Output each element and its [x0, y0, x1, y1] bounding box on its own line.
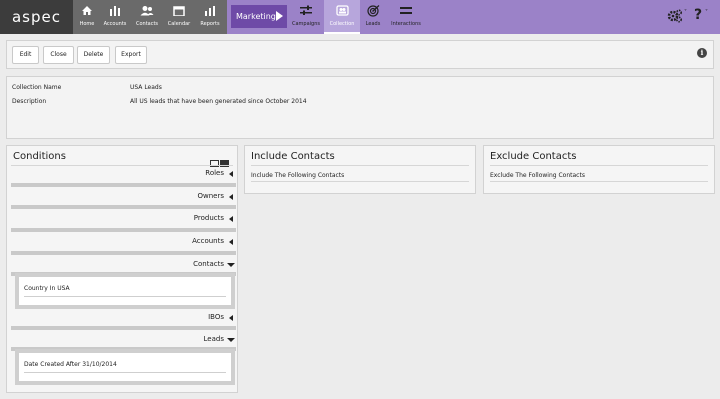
contacts-rule-text: Country In USA	[24, 285, 70, 292]
nav-accounts[interactable]: Accounts	[100, 0, 130, 34]
condition-ibos-bar-top	[11, 326, 236, 330]
conditions-divider	[11, 165, 233, 166]
condition-roles-label: Roles	[205, 169, 224, 177]
contacts-icon	[133, 0, 161, 20]
chevron-down-icon: ˅	[684, 9, 687, 16]
exclude-divider-2	[490, 181, 708, 182]
interactions-icon	[388, 0, 424, 20]
exclude-contacts-subtitle: Exclude The Following Contacts	[490, 172, 585, 179]
marketing-module-button[interactable]: Marketing	[231, 5, 287, 28]
nav-accounts-label: Accounts	[103, 21, 127, 27]
settings-button[interactable]	[667, 9, 683, 27]
nav-leads-label: Leads	[365, 21, 381, 27]
nav-interactions[interactable]: Interactions	[388, 0, 424, 34]
contacts-rule[interactable]: Country In USA	[19, 277, 231, 305]
include-divider	[251, 165, 469, 166]
target-icon	[362, 0, 384, 20]
collection-name-label: Collection Name	[12, 84, 62, 91]
export-button[interactable]: Export	[115, 46, 147, 64]
condition-ibos[interactable]: IBOs	[11, 313, 236, 325]
nav-calendar[interactable]: Calendar	[165, 0, 193, 34]
condition-contacts-label: Contacts	[193, 260, 224, 268]
condition-products-label: Products	[193, 214, 224, 222]
chevron-right-icon	[276, 11, 283, 21]
panel-view-toggle[interactable]	[209, 152, 231, 167]
conditions-panel: Conditions Roles Owners Products Account…	[6, 145, 238, 393]
app-logo[interactable]: aspec	[0, 0, 73, 34]
condition-owners-bar	[11, 205, 236, 209]
include-divider-2	[251, 181, 469, 182]
help-chevron-down-icon: ˅	[705, 9, 708, 16]
condition-accounts-bar	[11, 251, 236, 255]
caret-left-icon	[229, 171, 233, 177]
leads-rule-text: Date Created After 31/10/2014	[24, 361, 117, 368]
include-contacts-subtitle: Include The Following Contacts	[251, 172, 345, 179]
condition-accounts-label: Accounts	[192, 237, 224, 245]
caret-down-icon	[227, 338, 235, 342]
help-button[interactable]: ?	[694, 7, 702, 23]
campaigns-icon	[290, 0, 322, 20]
nav-contacts-label: Contacts	[135, 21, 159, 27]
condition-leads[interactable]: Leads	[11, 335, 236, 347]
contacts-rule-box: Country In USA	[15, 273, 235, 309]
collection-details: Collection Name USA Leads Description Al…	[6, 76, 714, 139]
edit-button[interactable]: Edit	[12, 46, 39, 64]
description-label: Description	[12, 98, 47, 105]
nav-home-label: Home	[79, 21, 95, 27]
contacts-rule-underline	[24, 296, 226, 297]
nav-home[interactable]: Home	[77, 0, 97, 34]
nav-collection-label: Collection	[329, 21, 355, 27]
close-button[interactable]: Close	[43, 46, 74, 64]
nav-collection[interactable]: Collection	[324, 0, 360, 34]
nav-campaigns-label: Campaigns	[291, 21, 320, 27]
condition-roles[interactable]: Roles	[11, 169, 236, 181]
nav-reports-label: Reports	[200, 21, 220, 27]
nav-leads[interactable]: Leads	[362, 0, 384, 34]
exclude-divider	[490, 165, 708, 166]
caret-left-icon	[229, 194, 233, 200]
include-contacts-panel: Include Contacts Include The Following C…	[244, 145, 476, 194]
caret-left-icon	[229, 315, 233, 321]
action-toolbar: Edit Close Delete Export i	[6, 40, 714, 69]
condition-accounts[interactable]: Accounts	[11, 237, 236, 249]
marketing-module-label: Marketing	[236, 12, 276, 21]
leads-rule[interactable]: Date Created After 31/10/2014	[19, 353, 231, 381]
condition-owners-label: Owners	[197, 192, 224, 200]
condition-owners[interactable]: Owners	[11, 192, 236, 204]
delete-button[interactable]: Delete	[77, 46, 110, 64]
leads-rule-box: Date Created After 31/10/2014	[15, 349, 235, 385]
nav-interactions-label: Interactions	[391, 21, 421, 27]
gear-icon	[667, 9, 683, 27]
exclude-contacts-panel: Exclude Contacts Exclude The Following C…	[483, 145, 715, 194]
condition-ibos-label: IBOs	[208, 313, 224, 321]
calendar-icon	[165, 0, 193, 20]
include-contacts-title: Include Contacts	[251, 151, 335, 162]
condition-contacts[interactable]: Contacts	[11, 260, 236, 272]
description-value: All US leads that have been generated si…	[130, 98, 307, 105]
reports-icon	[197, 0, 223, 20]
nav-reports[interactable]: Reports	[197, 0, 223, 34]
info-icon[interactable]: i	[697, 48, 707, 58]
condition-leads-label: Leads	[203, 335, 224, 343]
top-nav-bar: aspec Home Accounts Contacts Calendar Re…	[0, 0, 720, 34]
nav-contacts[interactable]: Contacts	[133, 0, 161, 34]
collection-name-value: USA Leads	[130, 84, 162, 91]
condition-roles-bar	[11, 183, 236, 187]
caret-left-icon	[229, 239, 233, 245]
caret-left-icon	[229, 216, 233, 222]
nav-calendar-label: Calendar	[167, 21, 191, 27]
accounts-icon	[100, 0, 130, 20]
leads-rule-underline	[24, 372, 226, 373]
home-icon	[77, 0, 97, 20]
exclude-contacts-title: Exclude Contacts	[490, 151, 577, 162]
collection-icon	[324, 0, 360, 20]
nav-campaigns[interactable]: Campaigns	[290, 0, 322, 34]
caret-down-icon	[227, 263, 235, 267]
condition-products[interactable]: Products	[11, 214, 236, 226]
condition-products-bar	[11, 228, 236, 232]
conditions-title: Conditions	[13, 151, 66, 162]
